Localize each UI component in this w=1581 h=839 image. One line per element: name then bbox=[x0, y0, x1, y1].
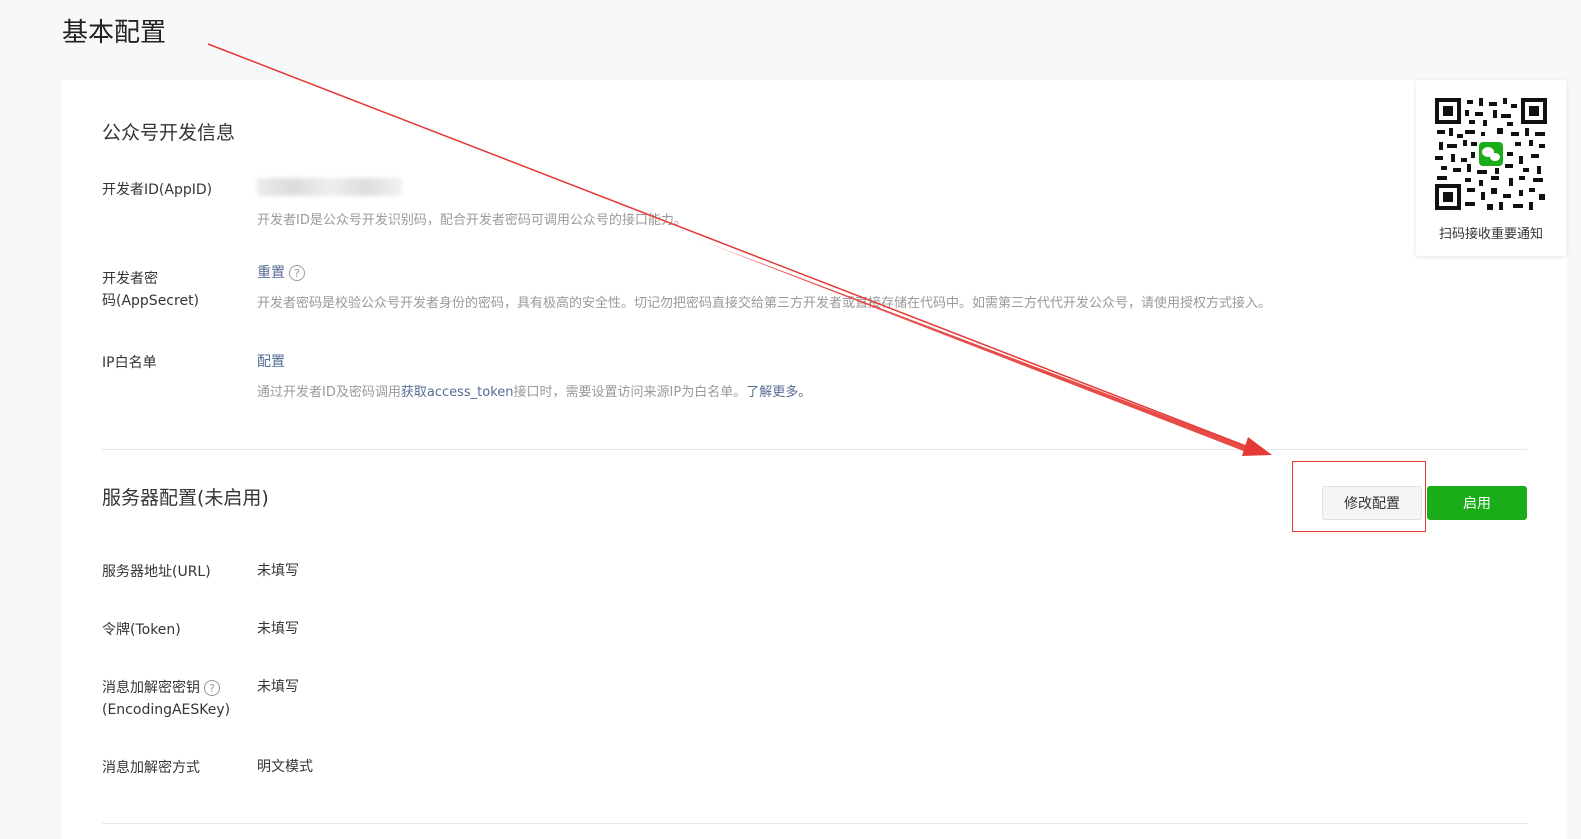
appsecret-description: 开发者密码是校验公众号开发者身份的密码，具有极高的安全性。切记勿把密码直接交给第… bbox=[257, 296, 1272, 311]
ip-desc-text2: 接口时，需要设置访问来源IP为白名单。 bbox=[513, 385, 747, 400]
token-label: 令牌(Token) bbox=[102, 622, 181, 638]
reset-secret-link[interactable]: 重置 bbox=[257, 265, 285, 281]
qr-notification-panel: 扫码接收重要通知 bbox=[1416, 80, 1566, 256]
ip-whitelist-label: IP白名单 bbox=[102, 355, 157, 371]
encrypt-mode-label: 消息加解密方式 bbox=[102, 760, 200, 776]
modify-config-button[interactable]: 修改配置 bbox=[1322, 486, 1422, 520]
get-access-token-link[interactable]: 获取access_token bbox=[401, 385, 514, 400]
aes-key-label: 消息加解密密钥? (EncodingAESKey) bbox=[102, 677, 252, 721]
aes-key-label-line2: (EncodingAESKey) bbox=[102, 702, 231, 718]
config-card: 公众号开发信息 开发者ID(AppID) 开发者ID是公众号开发识别码，配合开发… bbox=[62, 80, 1567, 839]
ip-whitelist-description: 通过开发者ID及密码调用获取access_token接口时，需要设置访问来源IP… bbox=[257, 383, 811, 403]
qr-code-icon bbox=[1435, 98, 1547, 210]
dev-info-section-title: 公众号开发信息 bbox=[102, 122, 236, 144]
server-config-section-title: 服务器配置(未启用) bbox=[102, 487, 269, 509]
appid-value-redacted bbox=[257, 178, 402, 196]
bottom-divider bbox=[102, 823, 1527, 824]
server-url-label: 服务器地址(URL) bbox=[102, 564, 211, 580]
section-divider bbox=[102, 449, 1527, 450]
aes-key-label-text: 消息加解密密钥 bbox=[102, 680, 200, 696]
learn-more-link[interactable]: 了解更多。 bbox=[746, 385, 811, 400]
enable-button[interactable]: 启用 bbox=[1427, 486, 1527, 520]
appsecret-label: 开发者密 码(AppSecret) bbox=[102, 268, 232, 312]
ip-desc-text1: 通过开发者ID及密码调用 bbox=[257, 385, 401, 400]
token-value: 未填写 bbox=[257, 621, 299, 637]
appsecret-label-line1: 开发者密 bbox=[102, 271, 158, 287]
ip-whitelist-actions: 配置 bbox=[257, 351, 285, 373]
appsecret-actions: 重置? bbox=[257, 262, 305, 284]
aes-key-label-line1: 消息加解密密钥? bbox=[102, 677, 252, 699]
configure-ip-link[interactable]: 配置 bbox=[257, 354, 285, 370]
qr-caption: 扫码接收重要通知 bbox=[1438, 227, 1543, 242]
server-url-value: 未填写 bbox=[257, 563, 299, 579]
appid-description: 开发者ID是公众号开发识别码，配合开发者密码可调用公众号的接口能力。 bbox=[257, 213, 687, 228]
page: 基本配置 公众号开发信息 开发者ID(AppID) 开发者ID是公众号开发识别码… bbox=[0, 0, 1581, 839]
appsecret-label-line2: 码(AppSecret) bbox=[102, 293, 200, 309]
page-title: 基本配置 bbox=[62, 18, 167, 48]
help-icon[interactable]: ? bbox=[289, 265, 305, 281]
encrypt-mode-value: 明文模式 bbox=[257, 759, 313, 775]
aes-key-value: 未填写 bbox=[257, 679, 299, 695]
help-icon[interactable]: ? bbox=[204, 680, 220, 696]
appid-label: 开发者ID(AppID) bbox=[102, 182, 213, 198]
